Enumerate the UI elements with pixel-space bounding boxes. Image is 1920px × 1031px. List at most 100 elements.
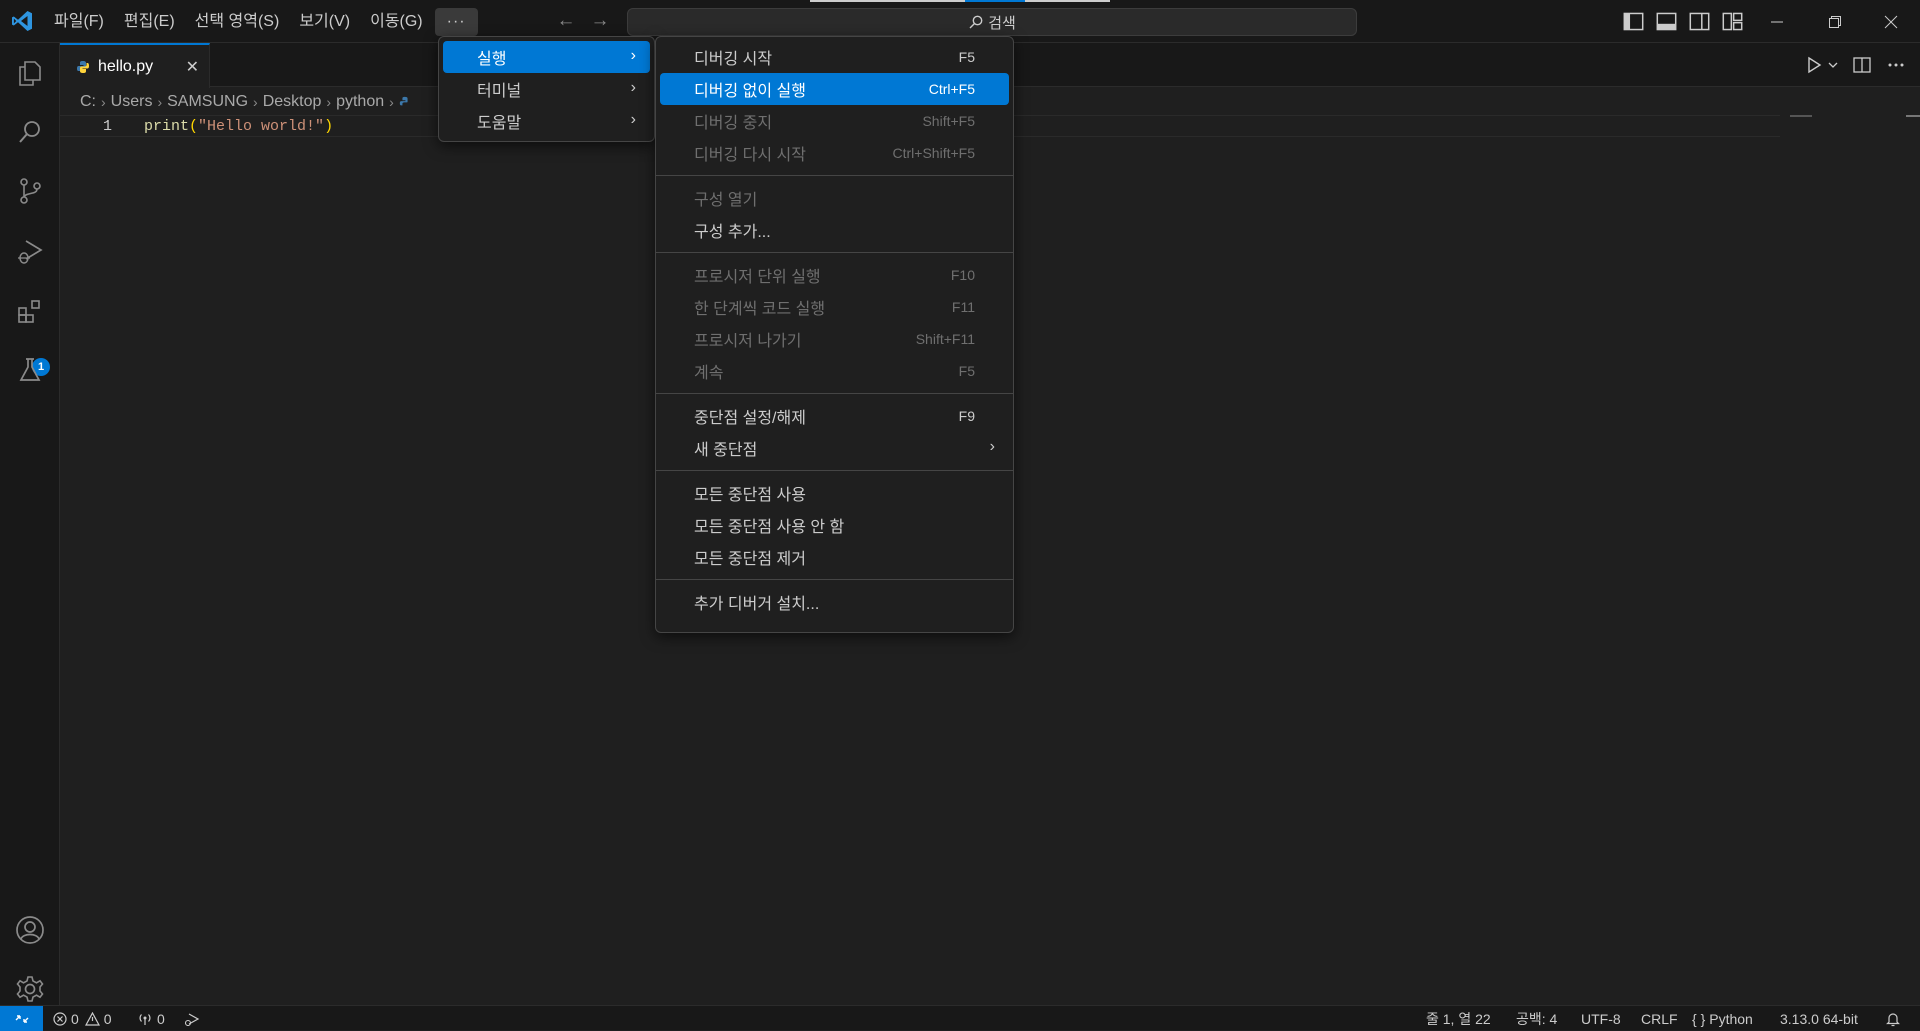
encoding-text: UTF-8 bbox=[1581, 1010, 1621, 1027]
error-icon bbox=[53, 1011, 67, 1026]
language-text: Python bbox=[1709, 1010, 1753, 1027]
chevron-right-icon: › bbox=[253, 94, 258, 110]
chevron-right-icon: › bbox=[630, 47, 636, 64]
search-icon[interactable] bbox=[12, 114, 48, 150]
menu-go[interactable]: 이동(G) bbox=[360, 8, 433, 36]
restore-button[interactable] bbox=[1806, 0, 1864, 43]
debug-run-icon bbox=[184, 1012, 200, 1026]
customize-layout-icon[interactable] bbox=[1721, 10, 1744, 33]
menu-item-open-configurations: 구성 열기 bbox=[660, 182, 1009, 214]
menu-separator bbox=[656, 169, 1013, 182]
line-number: 1 bbox=[102, 117, 112, 135]
code-paren-open: ( bbox=[189, 117, 199, 135]
menu-item-add-configuration[interactable]: 구성 추가... bbox=[660, 214, 1009, 246]
python-file-icon[interactable] bbox=[399, 96, 411, 108]
notifications-bell-icon[interactable] bbox=[1886, 1006, 1900, 1031]
menu-item-terminal[interactable]: 터미널 › bbox=[443, 73, 650, 105]
menu-file[interactable]: 파일(F) bbox=[44, 8, 114, 36]
minimap[interactable] bbox=[1790, 115, 1812, 117]
explorer-icon[interactable] bbox=[12, 55, 48, 91]
chevron-right-icon: › bbox=[101, 94, 106, 110]
menu-item-label: 모든 중단점 사용 안 함 bbox=[694, 519, 845, 536]
menu-item-label: 프로시저 나가기 bbox=[694, 333, 802, 350]
debug-launch-indicator[interactable] bbox=[184, 1006, 200, 1031]
breadcrumb-drive[interactable]: C: bbox=[80, 93, 96, 111]
breadcrumb-python[interactable]: python bbox=[336, 93, 384, 111]
extensions-icon[interactable] bbox=[12, 293, 48, 329]
chevron-right-icon: › bbox=[630, 79, 636, 96]
editor-actions bbox=[1804, 43, 1920, 87]
back-arrow-icon[interactable]: ← bbox=[556, 11, 576, 31]
menu-item-enable-all-breakpoints[interactable]: 모든 중단점 사용 bbox=[660, 477, 1009, 509]
menu-item-new-breakpoint[interactable]: 새 중단점 › bbox=[660, 432, 1009, 464]
command-center-search[interactable]: 검색 bbox=[627, 8, 1357, 36]
menu-item-shortcut: Ctrl+Shift+F5 bbox=[892, 145, 975, 161]
code-function: print bbox=[144, 117, 190, 135]
breadcrumb-users[interactable]: Users bbox=[111, 93, 153, 111]
code-text[interactable]: print("Hello world!") bbox=[144, 118, 333, 135]
menu-item-label: 프로시저 단위 실행 bbox=[694, 269, 821, 286]
scrollbar-marker[interactable] bbox=[1906, 115, 1920, 117]
menu-more-button[interactable]: ··· bbox=[434, 7, 478, 36]
title-accent-strip-end bbox=[1025, 0, 1110, 2]
source-control-icon[interactable] bbox=[12, 173, 48, 209]
remote-indicator[interactable] bbox=[0, 1006, 43, 1031]
menu-item-run[interactable]: 실행 › bbox=[443, 41, 650, 73]
tab-filename: hello.py bbox=[98, 57, 154, 75]
forward-arrow-icon[interactable]: → bbox=[590, 11, 610, 31]
broadcast-icon bbox=[139, 1013, 151, 1025]
toggle-panel-icon[interactable] bbox=[1655, 10, 1678, 33]
breadcrumb-samsung[interactable]: SAMSUNG bbox=[167, 93, 248, 111]
warning-icon bbox=[84, 1011, 100, 1026]
breadcrumb-desktop[interactable]: Desktop bbox=[263, 93, 322, 111]
menu-item-shortcut: F9 bbox=[958, 408, 975, 424]
run-dropdown-chevron-icon[interactable] bbox=[1828, 55, 1838, 75]
menu-edit[interactable]: 편집(E) bbox=[114, 8, 185, 36]
language-mode[interactable]: { } Python bbox=[1692, 1006, 1753, 1031]
more-actions-icon[interactable] bbox=[1886, 55, 1906, 75]
minimize-button[interactable] bbox=[1748, 0, 1806, 43]
menu-item-label: 디버깅 중지 bbox=[694, 115, 773, 132]
menu-item-disable-all-breakpoints[interactable]: 모든 중단점 사용 안 함 bbox=[660, 509, 1009, 541]
ports-indicator[interactable]: 0 bbox=[137, 1006, 165, 1031]
encoding[interactable]: UTF-8 bbox=[1581, 1006, 1621, 1031]
menu-item-label: 계속 bbox=[694, 365, 724, 382]
status-bar: 0 0 0 줄 1, 열 22 공백: 4 UTF-8 CRLF { } Pyt… bbox=[0, 1005, 1920, 1031]
interpreter-text: 3.13.0 64-bit bbox=[1780, 1010, 1858, 1027]
settings-gear-icon[interactable] bbox=[12, 971, 48, 1007]
tab-close-icon[interactable]: ✕ bbox=[186, 57, 199, 77]
accounts-icon[interactable] bbox=[12, 912, 48, 948]
indentation[interactable]: 공백: 4 bbox=[1516, 1006, 1557, 1031]
chevron-right-icon: › bbox=[326, 94, 332, 110]
run-python-file-icon[interactable] bbox=[1804, 55, 1824, 75]
menu-item-label: 모든 중단점 제거 bbox=[694, 551, 806, 568]
menu-item-label: 도움말 bbox=[477, 115, 522, 132]
menu-item-label: 디버깅 없이 실행 bbox=[694, 83, 806, 100]
cursor-position[interactable]: 줄 1, 열 22 bbox=[1426, 1006, 1491, 1031]
run-and-debug-icon[interactable] bbox=[12, 233, 48, 269]
menu-item-run-without-debugging[interactable]: 디버깅 없이 실행 Ctrl+F5 bbox=[660, 73, 1009, 105]
menu-item-step-over: 프로시저 단위 실행 F10 bbox=[660, 259, 1009, 291]
menu-view[interactable]: 보기(V) bbox=[289, 8, 360, 36]
close-window-button[interactable] bbox=[1862, 0, 1920, 43]
menu-item-remove-all-breakpoints[interactable]: 모든 중단점 제거 bbox=[660, 541, 1009, 573]
toggle-primary-sidebar-icon[interactable] bbox=[1622, 10, 1645, 33]
python-interpreter[interactable]: 3.13.0 64-bit bbox=[1780, 1006, 1858, 1031]
menu-item-toggle-breakpoint[interactable]: 중단점 설정/해제 F9 bbox=[660, 400, 1009, 432]
braces-icon: { } bbox=[1692, 1010, 1706, 1027]
chevron-right-icon: › bbox=[157, 94, 163, 110]
menu-item-install-additional-debuggers[interactable]: 추가 디버거 설치... bbox=[660, 586, 1009, 618]
testing-flask-icon[interactable] bbox=[12, 352, 48, 388]
menu-item-help[interactable]: 도움말 › bbox=[443, 105, 650, 137]
toggle-secondary-sidebar-icon[interactable] bbox=[1688, 10, 1711, 33]
chevron-right-icon: › bbox=[630, 111, 636, 128]
run-submenu: 디버깅 시작 F5 디버깅 없이 실행 Ctrl+F5 디버깅 중지 Shift+F5… bbox=[655, 36, 1014, 633]
split-editor-icon[interactable] bbox=[1852, 55, 1872, 75]
problems-indicator[interactable]: 0 0 bbox=[53, 1006, 112, 1031]
menu-separator bbox=[656, 464, 1013, 477]
menu-item-start-debugging[interactable]: 디버깅 시작 F5 bbox=[660, 41, 1009, 73]
menu-separator bbox=[656, 387, 1013, 400]
line-ending[interactable]: CRLF bbox=[1641, 1006, 1678, 1031]
tab-hello-py[interactable]: hello.py ✕ bbox=[60, 43, 210, 88]
menu-selection[interactable]: 선택 영역(S) bbox=[185, 8, 290, 36]
